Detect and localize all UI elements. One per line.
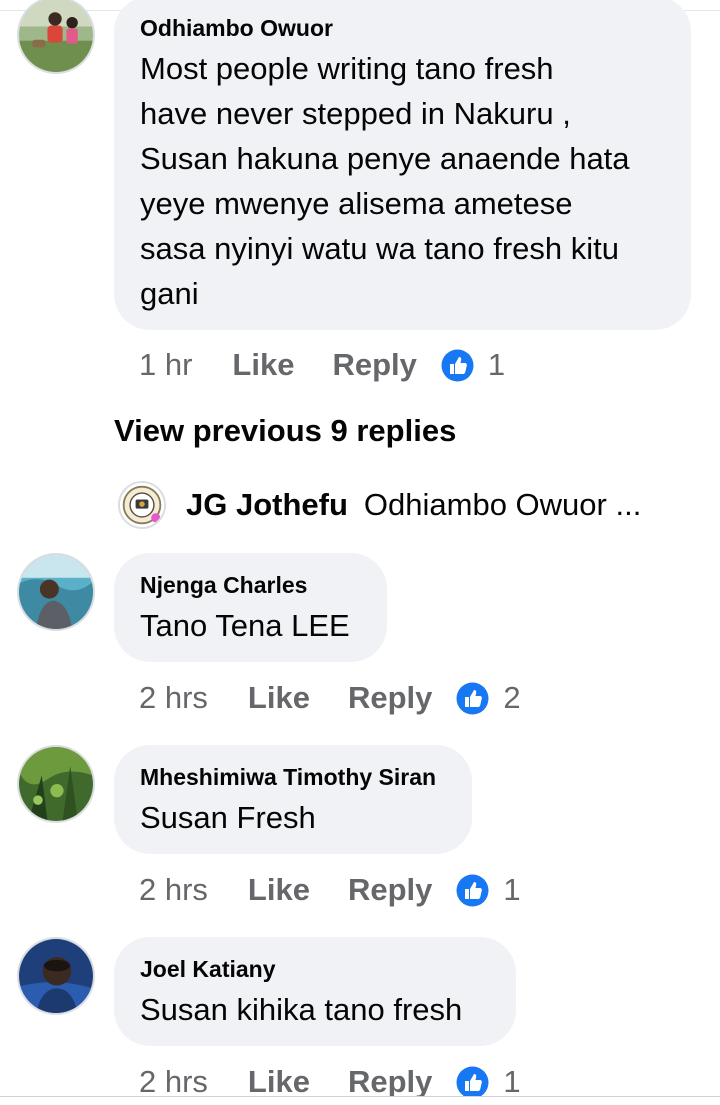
comment-bubble: Mheshimiwa Timothy Siran Susan Fresh bbox=[114, 745, 472, 854]
like-thumbs-up-icon bbox=[456, 1066, 489, 1099]
comment-bubble: Njenga Charles Tano Tena LEE bbox=[114, 553, 387, 662]
comment-actions: 2 hrs Like Reply 1 bbox=[139, 868, 521, 912]
comment-timestamp[interactable]: 2 hrs bbox=[139, 872, 208, 908]
reply-button[interactable]: Reply bbox=[348, 872, 432, 908]
comment-bubble: Odhiambo Owuor Most people writing tano … bbox=[114, 0, 691, 330]
comment-timestamp[interactable]: 2 hrs bbox=[139, 1064, 208, 1100]
comment-text: Susan kihika tano fresh bbox=[140, 992, 463, 1027]
reply-preview-text: Odhiambo Owuor ... bbox=[363, 487, 642, 522]
bottom-divider bbox=[0, 1096, 720, 1105]
reaction-summary[interactable]: 1 bbox=[441, 347, 505, 383]
reply-button[interactable]: Reply bbox=[348, 1064, 432, 1100]
comment-author[interactable]: Joel Katiany bbox=[140, 955, 490, 983]
view-previous-replies-link[interactable]: View previous 9 replies bbox=[114, 413, 456, 449]
comment-author[interactable]: Odhiambo Owuor bbox=[140, 14, 665, 42]
like-button[interactable]: Like bbox=[248, 680, 310, 716]
avatar[interactable] bbox=[17, 553, 95, 631]
like-thumbs-up-icon bbox=[456, 682, 489, 715]
avatar[interactable] bbox=[17, 937, 95, 1015]
comment-actions: 1 hr Like Reply 1 bbox=[139, 343, 505, 387]
reaction-count: 1 bbox=[487, 347, 506, 382]
reaction-summary[interactable]: 2 bbox=[456, 680, 521, 716]
reaction-summary[interactable]: 1 bbox=[456, 872, 521, 908]
avatar[interactable] bbox=[118, 481, 166, 529]
comment-timestamp[interactable]: 2 hrs bbox=[139, 680, 208, 716]
reply-preview-author[interactable]: JG Jothefu bbox=[186, 487, 348, 523]
comment-text: Susan Fresh bbox=[140, 800, 316, 835]
reaction-summary[interactable]: 1 bbox=[456, 1064, 521, 1100]
avatar[interactable] bbox=[17, 745, 95, 823]
reply-preview[interactable]: JG Jothefu Odhiambo Owuor ... bbox=[118, 478, 641, 532]
comment-author[interactable]: Mheshimiwa Timothy Siran bbox=[140, 763, 446, 791]
comment-author[interactable]: Njenga Charles bbox=[140, 571, 361, 599]
comment-actions: 2 hrs Like Reply 2 bbox=[139, 676, 521, 720]
like-button[interactable]: Like bbox=[232, 347, 294, 383]
like-button[interactable]: Like bbox=[248, 872, 310, 908]
like-button[interactable]: Like bbox=[248, 1064, 310, 1100]
comment-bubble: Joel Katiany Susan kihika tano fresh bbox=[114, 937, 516, 1046]
comment-text: Most people writing tano fresh have neve… bbox=[140, 51, 630, 311]
comment-timestamp[interactable]: 1 hr bbox=[139, 347, 192, 383]
reaction-count: 1 bbox=[503, 872, 521, 907]
avatar[interactable] bbox=[17, 0, 95, 74]
comment-text: Tano Tena LEE bbox=[140, 608, 350, 643]
reply-button[interactable]: Reply bbox=[332, 347, 416, 383]
like-thumbs-up-icon bbox=[456, 874, 489, 907]
like-thumbs-up-icon bbox=[441, 349, 474, 382]
reaction-count: 2 bbox=[503, 680, 521, 715]
reply-button[interactable]: Reply bbox=[348, 680, 432, 716]
reaction-count: 1 bbox=[503, 1064, 521, 1099]
